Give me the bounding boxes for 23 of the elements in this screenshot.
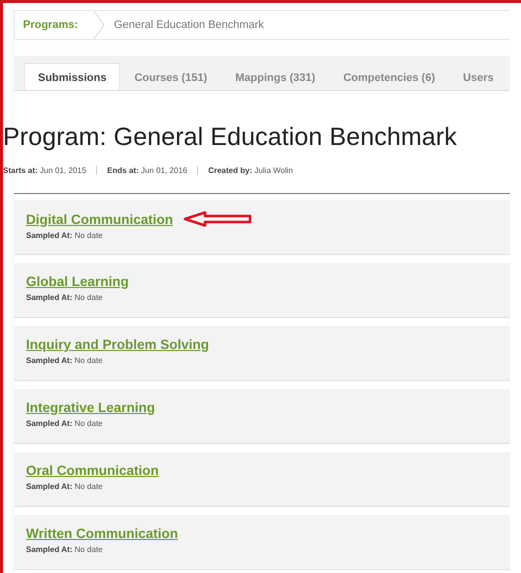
meta-text: Created by: Julia Wolin	[197, 166, 303, 175]
sampled-text: Sampled At: No date	[26, 356, 104, 365]
sampled-text: Sampled At: No date	[26, 419, 104, 428]
competency-link[interactable]: Global Learning	[26, 274, 129, 289]
tab[interactable]: Mappings (331)	[221, 64, 330, 90]
sampled-text: Sampled At: No date	[26, 293, 104, 302]
sampled-text: Sampled At: No date	[26, 482, 104, 491]
sampled-text: Sampled At: No date	[26, 545, 104, 554]
competency-link[interactable]: Integrative Learning	[26, 400, 156, 415]
competency-link[interactable]: Written Communication	[26, 526, 178, 541]
sampled-text: Sampled At: No date	[26, 231, 104, 240]
breadcrumb-current: General Education Benchmark	[113, 19, 264, 31]
meta-text: Ends at: Jun 01, 2016	[96, 166, 198, 175]
breadcrumb-link[interactable]: Programs:	[15, 11, 94, 39]
page-title: Program: General Education Benchmark	[3, 123, 458, 152]
tab[interactable]: Users	[449, 64, 508, 90]
tab[interactable]: Competencies (6)	[329, 64, 450, 90]
tab[interactable]: Courses (151)	[120, 64, 222, 90]
competency-link[interactable]: Oral Communication	[26, 463, 159, 478]
competency-link[interactable]: Digital Communication	[26, 212, 174, 226]
competency-link[interactable]: Inquiry and Problem Solving	[26, 337, 210, 352]
tab[interactable]: Submissions	[24, 63, 120, 90]
meta-text: Starts at: Jun 01, 2015	[3, 166, 88, 175]
